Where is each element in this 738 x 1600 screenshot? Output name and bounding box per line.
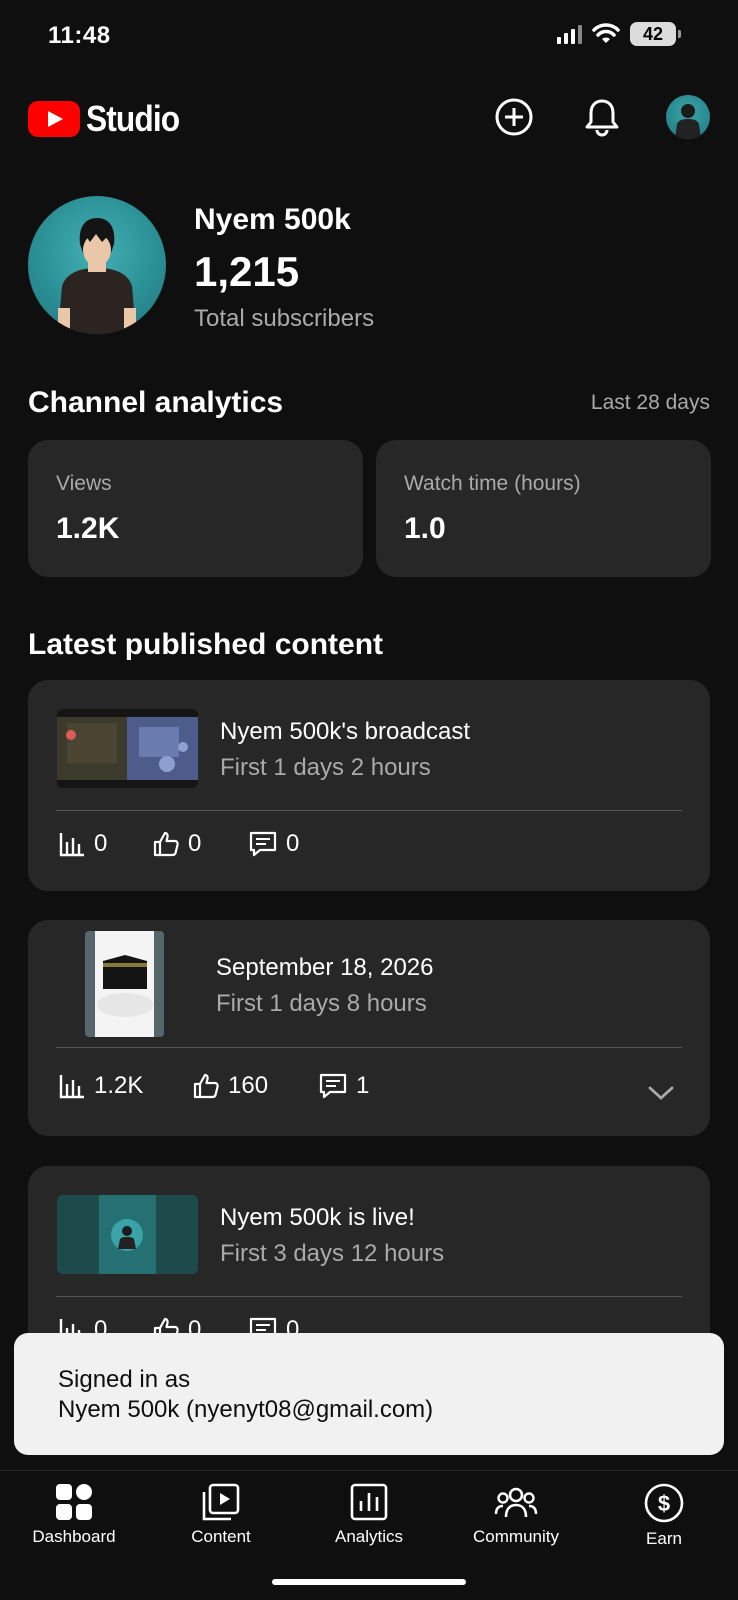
- card-divider: [56, 1047, 682, 1048]
- nav-analytics[interactable]: Analytics: [295, 1483, 443, 1547]
- metric-label: Views: [56, 472, 112, 495]
- channel-name: Nyem 500k: [194, 203, 351, 236]
- analytics-section-title: Channel analytics: [28, 386, 284, 419]
- video-thumbnail[interactable]: [57, 709, 198, 788]
- views-metric-card[interactable]: Views 1.2K: [28, 440, 363, 577]
- community-icon: [494, 1487, 538, 1518]
- content-stats: 0 0 0: [58, 830, 299, 858]
- wifi-icon: [592, 23, 620, 43]
- studio-logo[interactable]: Studio: [28, 98, 192, 140]
- home-indicator[interactable]: [272, 1579, 466, 1585]
- toast-line-1: Signed in as: [58, 1366, 191, 1393]
- metric-value: 1.2K: [56, 512, 120, 545]
- avatar-figure-icon: [675, 104, 701, 139]
- create-button[interactable]: [491, 94, 537, 140]
- thumbs-up-icon: [193, 1073, 219, 1099]
- views-count: 0: [94, 830, 108, 857]
- nav-label: Earn: [646, 1529, 682, 1548]
- logo-text: Studio: [86, 98, 180, 139]
- likes-count: 0: [188, 830, 202, 857]
- content-title: Nyem 500k is live!: [220, 1204, 415, 1231]
- video-thumbnail[interactable]: [85, 931, 164, 1037]
- video-thumbnail[interactable]: [57, 1195, 198, 1274]
- content-subtitle: First 1 days 2 hours: [220, 754, 431, 781]
- status-bar: 11:48 42: [0, 0, 738, 72]
- svg-text:$: $: [658, 1491, 670, 1516]
- metric-value: 1.0: [404, 512, 446, 545]
- earn-icon: $: [644, 1483, 684, 1523]
- comments-count: 1: [356, 1072, 370, 1099]
- latest-content-section-title: Latest published content: [28, 628, 384, 661]
- comments-count: 0: [286, 830, 300, 857]
- content-subtitle: First 1 days 8 hours: [216, 990, 427, 1017]
- views-count: 1.2K: [94, 1072, 144, 1099]
- channel-avatar-figure-icon: [58, 218, 136, 334]
- likes-stat: 0: [152, 830, 248, 858]
- comments-stat: 0: [248, 830, 299, 858]
- card-divider: [56, 1296, 682, 1297]
- chevron-down-icon[interactable]: [646, 1078, 676, 1108]
- card-divider: [56, 810, 682, 811]
- channel-avatar[interactable]: [28, 196, 166, 334]
- subscriber-count: 1,215: [194, 248, 300, 295]
- nav-label: Dashboard: [32, 1527, 116, 1546]
- nav-content[interactable]: Content: [147, 1483, 295, 1547]
- bar-chart-icon: [59, 1075, 84, 1099]
- bar-chart-icon: [59, 833, 84, 857]
- cellular-signal-icon: [557, 24, 582, 44]
- kaaba-thumbnail-image: [85, 931, 164, 1037]
- likes-count: 160: [228, 1072, 269, 1099]
- analytics-icon: [350, 1483, 388, 1521]
- comment-icon: [249, 831, 277, 857]
- battery-level: 42: [642, 23, 664, 44]
- toast-line-2: Nyem 500k (nyenyt08@gmail.com): [58, 1396, 434, 1423]
- nav-dashboard[interactable]: Dashboard: [0, 1483, 148, 1547]
- status-icons: 42: [557, 22, 681, 46]
- nav-label: Content: [191, 1527, 251, 1546]
- nav-label: Community: [473, 1527, 559, 1546]
- watch-time-metric-card[interactable]: Watch time (hours) 1.0: [376, 440, 711, 577]
- notifications-button[interactable]: [579, 94, 625, 140]
- signed-in-toast: Signed in as Nyem 500k (nyenyt08@gmail.c…: [14, 1333, 724, 1455]
- views-stat: 0: [58, 830, 152, 858]
- nav-earn[interactable]: $ Earn: [590, 1483, 738, 1549]
- game-thumbnail-image: [57, 709, 198, 788]
- live-thumbnail-image: [57, 1195, 198, 1274]
- status-time: 11:48: [48, 22, 111, 49]
- content-subtitle: First 3 days 12 hours: [220, 1240, 445, 1267]
- app-bar: Studio: [0, 88, 738, 148]
- create-plus-icon: [495, 98, 533, 136]
- battery-indicator: 42: [630, 22, 681, 46]
- content-card[interactable]: September 18, 2026 First 1 days 8 hours …: [28, 920, 710, 1136]
- youtube-play-icon: [28, 101, 80, 137]
- views-stat: 1.2K: [58, 1072, 192, 1100]
- content-icon: [202, 1483, 240, 1521]
- nav-label: Analytics: [334, 1527, 404, 1546]
- content-stats: 1.2K 160 1: [58, 1072, 369, 1100]
- comments-stat: 1: [318, 1072, 369, 1100]
- subscriber-label: Total subscribers: [194, 305, 375, 332]
- likes-stat: 160: [192, 1072, 318, 1100]
- comment-icon: [319, 1073, 347, 1099]
- analytics-period: Last 28 days: [590, 391, 710, 414]
- account-avatar[interactable]: [666, 95, 710, 139]
- content-card[interactable]: Nyem 500k's broadcast First 1 days 2 hou…: [28, 680, 710, 891]
- thumbs-up-icon: [153, 831, 179, 857]
- dashboard-icon: [56, 1484, 92, 1520]
- content-title: Nyem 500k's broadcast: [220, 718, 471, 745]
- metric-label: Watch time (hours): [404, 472, 581, 495]
- content-title: September 18, 2026: [216, 954, 434, 981]
- notifications-bell-icon: [585, 99, 619, 137]
- nav-community[interactable]: Community: [442, 1483, 590, 1547]
